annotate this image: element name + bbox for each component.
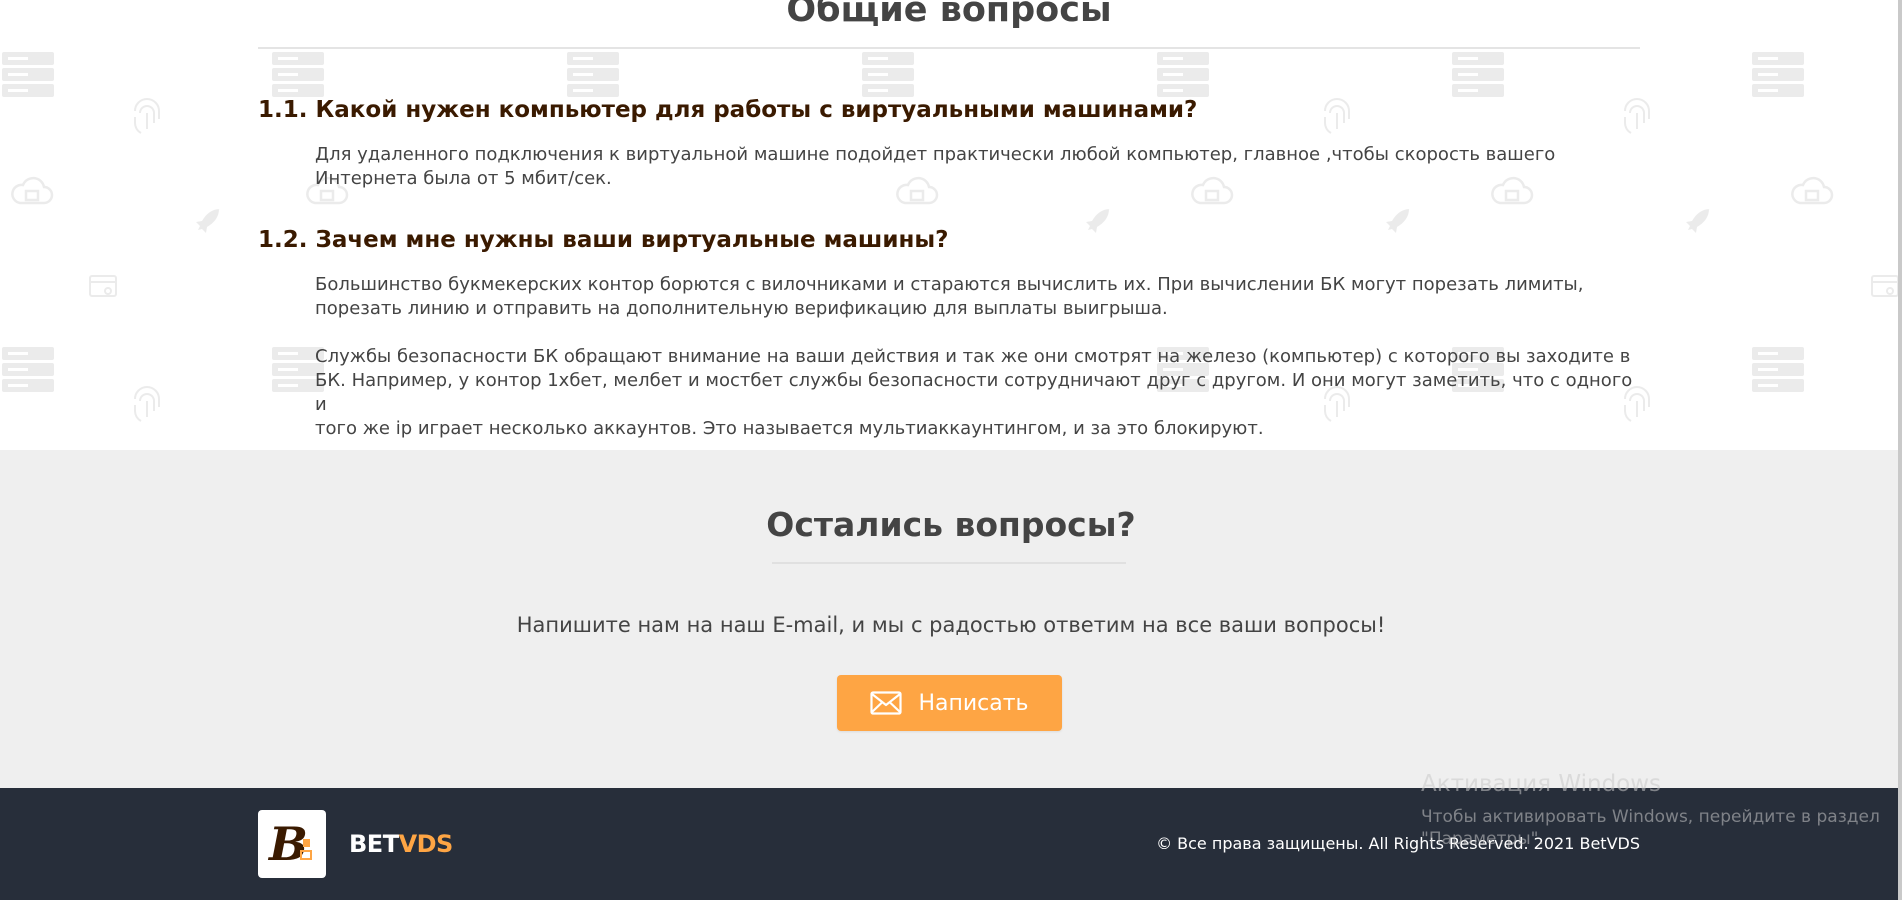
envelope-icon	[870, 691, 903, 715]
pattern-server-icon	[1450, 50, 1506, 104]
faq-answer-2-paragraph-2: Службы безопасности БК обращают внимание…	[315, 345, 1645, 441]
pattern-server-icon	[0, 345, 56, 399]
windows-activation-text-2: "Параметры".	[1421, 829, 1544, 849]
contact-title: Остались вопросы?	[766, 505, 1136, 544]
faq-answer-2-paragraph-1: Большинство букмекерских контор борются …	[315, 273, 1645, 321]
contact-text: Напишите нам на наш E-mail, и мы с радос…	[516, 613, 1386, 637]
pattern-server-icon	[1750, 50, 1806, 104]
faq-divider	[258, 47, 1640, 49]
pattern-finger-icon	[130, 385, 164, 429]
pattern-cloud-icon	[10, 175, 54, 219]
faq-section: Общие вопросы 1.1. Какой нужен компьютер…	[0, 0, 1902, 450]
faq-answer-1-line-2: Интернета была от 5 мбит/сек.	[315, 168, 612, 189]
faq-answer-1-line-1: Для удаленного подключения к виртуальной…	[315, 144, 1556, 165]
faq-answer-2-p2-line-3: того же ip играет несколько аккаунтов. Э…	[315, 418, 1264, 439]
pattern-rocket-icon	[1080, 205, 1116, 245]
faq-answer-2-p2-line-1: Службы безопасности БК обращают внимание…	[315, 346, 1631, 367]
brand-bet: BET	[349, 830, 399, 858]
logo-b-icon: B	[267, 817, 312, 871]
faq-answer-2-p1-line-2: порезать линию и отправить на дополнител…	[315, 298, 1168, 319]
windows-activation-title: Активация Windows	[1421, 771, 1662, 797]
windows-activation-text: Чтобы активировать Windows, перейдите в …	[1421, 807, 1880, 827]
pattern-browser-icon	[88, 274, 118, 304]
svg-text:B: B	[267, 817, 308, 871]
faq-question-1: 1.1. Какой нужен компьютер для работы с …	[258, 97, 1198, 123]
contact-divider	[772, 562, 1126, 564]
faq-answer-2-p2-line-2: БК. Например, у контор 1хбет, мелбет и м…	[315, 370, 1633, 415]
pattern-server-icon	[0, 50, 56, 104]
faq-answer-2-p1-line-1: Большинство букмекерских контор борются …	[315, 274, 1584, 295]
pattern-finger-icon	[1620, 97, 1654, 141]
windows-activation-watermark: Активация Windows Чтобы активировать Win…	[1421, 770, 1880, 850]
faq-question-2: 1.2. Зачем мне нужны ваши виртуальные ма…	[258, 227, 949, 253]
pattern-browser-icon	[1870, 274, 1900, 304]
pattern-cloud-icon	[1790, 175, 1834, 219]
scrollbar[interactable]	[1898, 0, 1902, 900]
pattern-rocket-icon	[190, 205, 226, 245]
betvds-logo[interactable]: B	[258, 810, 326, 878]
pattern-rocket-icon	[1380, 205, 1416, 245]
pattern-rocket-icon	[1680, 205, 1716, 245]
contact-section: Остались вопросы? Напишите нам на наш E-…	[0, 450, 1902, 788]
pattern-server-icon	[1750, 345, 1806, 399]
faq-title: Общие вопросы	[786, 0, 1112, 30]
brand-name: BETVDS	[349, 829, 453, 859]
faq-answer-1: Для удаленного подключения к виртуальной…	[315, 143, 1645, 191]
brand-vds: VDS	[398, 830, 454, 858]
pattern-finger-icon	[1320, 97, 1354, 141]
write-email-button[interactable]: Написать	[837, 675, 1062, 731]
pattern-finger-icon	[130, 97, 164, 141]
write-button-label: Написать	[918, 690, 1029, 716]
